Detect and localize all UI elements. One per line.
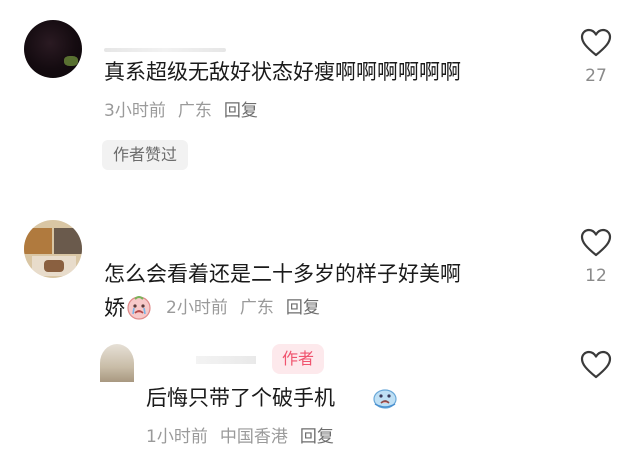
reply-button[interactable]: 回复 — [224, 101, 258, 121]
author-badge: 作者 — [272, 344, 325, 374]
like-count: 12 — [585, 266, 607, 286]
comment-text: 怎么会看着还是二十多岁的样子好美啊 — [104, 262, 461, 286]
reply-location: 中国香港 — [219, 427, 288, 447]
username-blurred[interactable] — [196, 356, 256, 364]
heart-icon[interactable] — [580, 28, 612, 58]
reply-meta: 1小时前 中国香港 回复 — [146, 426, 346, 448]
reply-text: 后悔只带了个破手机 — [146, 386, 335, 410]
avatar[interactable] — [24, 20, 82, 78]
avatar[interactable] — [100, 344, 134, 382]
comment-location: 广东 — [239, 298, 274, 318]
comment-meta: 2小时前 广东 回复 — [166, 297, 332, 319]
author-liked-chip: 作者赞过 — [102, 140, 189, 170]
username-blurred[interactable] — [104, 48, 226, 52]
comment-time: 2小时前 — [166, 298, 228, 318]
heart-icon[interactable] — [580, 228, 612, 258]
like-count: 27 — [585, 66, 607, 86]
avatar[interactable] — [24, 220, 82, 278]
reply-time: 1小时前 — [146, 427, 208, 447]
comment-location: 广东 — [177, 101, 212, 121]
comment-time: 3小时前 — [104, 101, 166, 121]
comment-meta: 3小时前 广东 回复 — [104, 100, 270, 122]
crying-face-emoji-icon — [126, 294, 152, 320]
heart-icon[interactable] — [580, 350, 612, 380]
comment-text: 真系超级无敌好状态好瘦啊啊啊啊啊啊 — [104, 60, 461, 84]
crying-face-emoji-icon — [372, 384, 398, 410]
comment-text-line2: 娇 — [104, 296, 125, 320]
reply-button[interactable]: 回复 — [300, 427, 334, 447]
reply-button[interactable]: 回复 — [286, 298, 320, 318]
